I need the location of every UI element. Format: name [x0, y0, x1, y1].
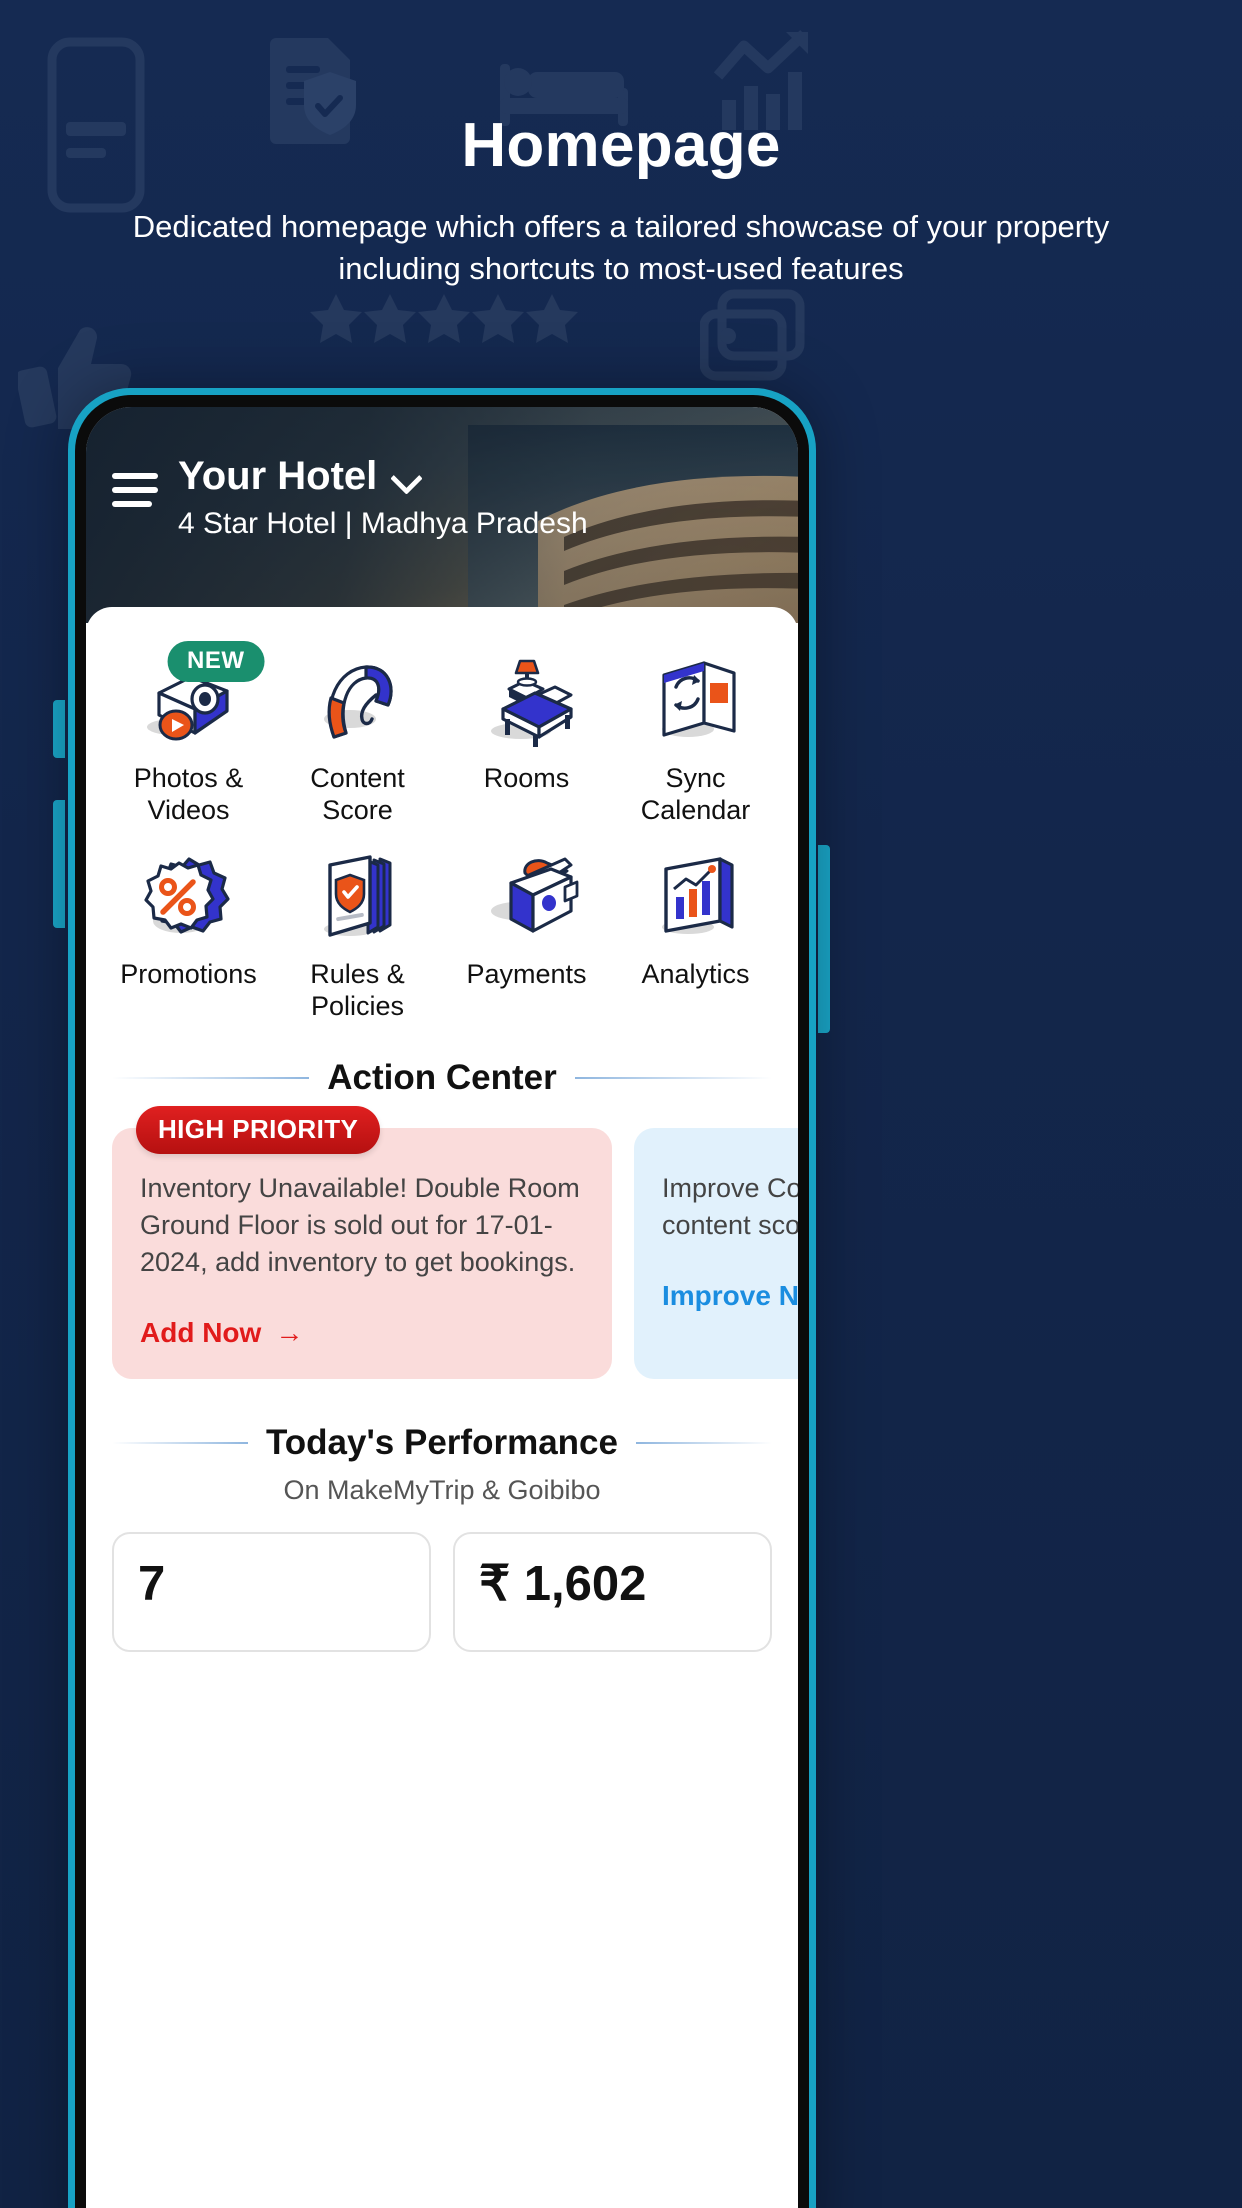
- action-card-body: Improve Content Score! Your current cont…: [662, 1173, 798, 1241]
- performance-subtitle: On MakeMyTrip & Goibibo: [283, 1474, 601, 1505]
- action-card-content-score[interactable]: Improve Content Score! Your current cont…: [634, 1128, 798, 1379]
- divider-left: [112, 1441, 249, 1444]
- bed-lamp-icon: [473, 653, 581, 751]
- shortcut-promotions[interactable]: Promotions: [104, 839, 273, 1029]
- shortcut-label: Rules & Policies: [310, 958, 405, 1021]
- shortcut-analytics[interactable]: Analytics: [611, 839, 780, 1029]
- chevron-down-icon[interactable]: [393, 465, 419, 491]
- action-card-inventory[interactable]: HIGH PRIORITY Inventory Unavailable! Dou…: [112, 1106, 612, 1379]
- hotel-selector[interactable]: Your Hotel: [178, 455, 778, 497]
- promo-text-block: Homepage Dedicated homepage which offers…: [0, 111, 1242, 290]
- shortcut-label: Photos & Videos: [133, 763, 244, 825]
- shortcut-photos-videos[interactable]: NEW Photos & Videos: [104, 641, 273, 833]
- shortcut-rules-policies[interactable]: Rules & Policies: [273, 839, 442, 1029]
- shortcut-label: Content Score: [310, 763, 405, 825]
- hamburger-menu-icon[interactable]: [112, 473, 158, 507]
- phone-button-power[interactable]: [818, 845, 830, 1033]
- shortcut-label: Analytics: [641, 958, 750, 989]
- decor-stars-icon: [310, 294, 578, 343]
- shortcut-label: Rooms: [483, 763, 570, 793]
- stat-value: ₹ 1,602: [479, 1556, 647, 1611]
- hotel-meta: 4 Star Hotel | Madhya Pradesh: [178, 507, 588, 540]
- calendar-sync-icon: [642, 653, 750, 751]
- divider-right: [635, 1441, 772, 1444]
- section-title: Today's Performance: [266, 1422, 618, 1462]
- cta-label: Add Now: [140, 1316, 262, 1348]
- performance-stats: 7 ₹ 1,602: [86, 1506, 798, 1652]
- header-text-block: Your Hotel 4 Star Hotel | Madhya Pradesh: [178, 455, 778, 541]
- action-card-body: Inventory Unavailable! Double Room Groun…: [140, 1173, 580, 1277]
- performance-heading: Today's Performance: [86, 1423, 798, 1463]
- divider-right: [574, 1077, 772, 1080]
- arrow-right-icon: →: [275, 1316, 304, 1348]
- phone-mockup: Your Hotel 4 Star Hotel | Madhya Pradesh…: [68, 388, 816, 2208]
- phone-bezel: Your Hotel 4 Star Hotel | Madhya Pradesh…: [75, 395, 809, 2208]
- status-badge: HIGH PRIORITY: [136, 1106, 381, 1155]
- action-card-cta[interactable]: Add Now →: [140, 1317, 584, 1349]
- stat-card-bookings[interactable]: 7: [112, 1531, 431, 1652]
- shortcut-label: Payments: [466, 958, 587, 989]
- shortcuts-grid: NEW Photos & Videos Content Score Rooms …: [86, 633, 798, 1028]
- phone-button-mute[interactable]: [53, 700, 65, 758]
- policy-book-shield-icon: [304, 849, 412, 947]
- promo-subheadline: Dedicated homepage which offers a tailor…: [132, 209, 1110, 287]
- app-header: Your Hotel 4 Star Hotel | Madhya Pradesh: [86, 407, 798, 623]
- shortcut-sync-calendar[interactable]: Sync Calendar: [611, 643, 780, 833]
- discount-percent-badge-icon: [135, 849, 243, 947]
- shortcut-label: Sync Calendar: [640, 763, 751, 825]
- divider-left: [112, 1077, 310, 1080]
- stat-value: 7: [138, 1556, 166, 1611]
- action-center-heading: Action Center: [86, 1058, 798, 1098]
- speedometer-gauge-icon: [304, 653, 412, 751]
- hotel-name: Your Hotel: [178, 454, 378, 498]
- shortcut-content-score[interactable]: Content Score: [273, 643, 442, 833]
- new-badge: NEW: [167, 641, 265, 682]
- action-card-cta[interactable]: Improve Now →: [662, 1280, 798, 1312]
- header-row: Your Hotel 4 Star Hotel | Madhya Pradesh: [112, 455, 778, 541]
- phone-button-volume[interactable]: [53, 800, 65, 928]
- shortcut-payments[interactable]: Payments: [442, 839, 611, 1029]
- shortcut-label: Promotions: [120, 958, 257, 989]
- content-sheet: NEW Photos & Videos Content Score Rooms …: [86, 607, 798, 2208]
- bar-chart-analytics-icon: [642, 849, 750, 947]
- promo-headline: Homepage: [461, 111, 781, 180]
- shortcut-rooms[interactable]: Rooms: [442, 643, 611, 833]
- decor-gallery-icon: [700, 289, 805, 381]
- action-cards-carousel[interactable]: HIGH PRIORITY Inventory Unavailable! Dou…: [86, 1098, 798, 1379]
- wallet-icon: [473, 849, 581, 947]
- section-title: Action Center: [327, 1058, 557, 1098]
- stat-card-revenue[interactable]: ₹ 1,602: [453, 1531, 772, 1652]
- phone-screen: Your Hotel 4 Star Hotel | Madhya Pradesh…: [86, 407, 798, 2208]
- cta-label: Improve Now: [662, 1279, 798, 1311]
